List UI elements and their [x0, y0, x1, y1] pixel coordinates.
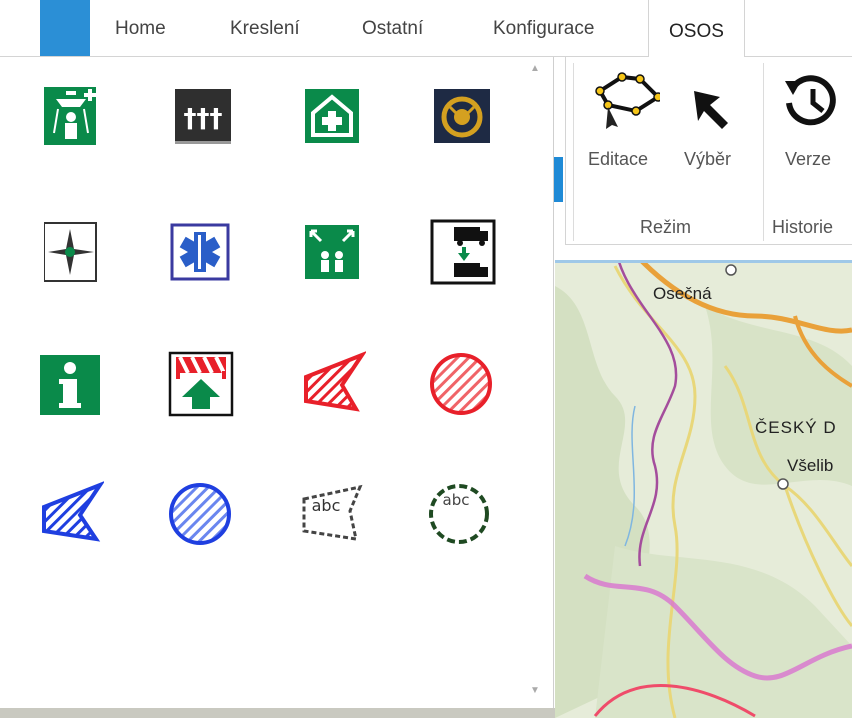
- star-of-life-icon[interactable]: [168, 219, 234, 285]
- map-label-osecna: Osečná: [653, 284, 712, 303]
- blue-hatched-circle-icon[interactable]: [167, 481, 233, 547]
- editace-button[interactable]: Editace: [588, 65, 668, 180]
- svg-text:†††: †††: [184, 104, 223, 134]
- polygon-edit-icon: [594, 69, 663, 129]
- text-circle-label: abc: [443, 491, 470, 509]
- verze-button[interactable]: Verze: [777, 65, 847, 180]
- text-polygon-icon[interactable]: abc: [298, 481, 364, 547]
- ribbon-group-separator: [763, 63, 764, 241]
- compass-star-icon[interactable]: [44, 219, 110, 285]
- vyber-label: Výběr: [684, 149, 732, 169]
- assembly-point-icon[interactable]: [301, 219, 367, 285]
- scroll-up-arrow[interactable]: ▲: [530, 63, 540, 74]
- map-label-vselib: Všelib: [787, 456, 834, 475]
- blue-hatched-polygon-icon[interactable]: [38, 481, 104, 547]
- scroll-down-arrow[interactable]: ▼: [530, 685, 540, 696]
- history-icon: [781, 71, 841, 131]
- vyber-button[interactable]: Výběr: [680, 65, 750, 180]
- ribbon-group-separator: [573, 63, 574, 241]
- map-view[interactable]: Osečná ČESKÝ D Všelib: [555, 246, 852, 718]
- red-hatched-circle-icon[interactable]: [428, 351, 494, 417]
- ribbon-tab-bar: Home Kreslení Ostatní Konfigurace OSOS: [0, 0, 852, 57]
- tab-konfigurace[interactable]: Konfigurace: [493, 18, 594, 40]
- ribbon-panel: Editace Výběr Verze Režim Historie: [555, 57, 852, 245]
- map-label-cesky: ČESKÝ D: [755, 418, 837, 437]
- text-polygon-label: abc: [312, 496, 341, 515]
- first-aid-shelter-icon[interactable]: [301, 83, 367, 149]
- bottom-map-strip: [0, 708, 555, 718]
- rezim-group-label: Režim: [640, 217, 692, 237]
- emblem-badge-icon[interactable]: [430, 83, 496, 149]
- truck-transfer-icon[interactable]: [430, 219, 496, 285]
- historie-group-label: Historie: [772, 217, 834, 237]
- map-top-border: [555, 246, 852, 263]
- tab-ostatni[interactable]: Ostatní: [362, 18, 423, 40]
- file-menu-button[interactable]: [40, 0, 90, 56]
- verze-label: Verze: [785, 149, 832, 169]
- information-icon[interactable]: [38, 353, 104, 419]
- tab-home[interactable]: Home: [115, 18, 166, 40]
- pointer-icon: [690, 87, 734, 131]
- tab-osos[interactable]: OSOS: [648, 0, 745, 57]
- pane-indicator: [553, 157, 563, 202]
- editace-label: Editace: [588, 149, 649, 169]
- emergency-shower-icon[interactable]: [44, 83, 110, 149]
- symbol-palette-panel: ▲ ▼ ††† abc abc: [0, 57, 554, 718]
- collapsed-pane-strip: [553, 57, 566, 245]
- barrier-arrow-icon[interactable]: [168, 351, 234, 417]
- red-hatched-polygon-icon[interactable]: [300, 351, 366, 417]
- cemetery-icon[interactable]: †††: [171, 83, 237, 149]
- text-circle-icon[interactable]: abc: [426, 481, 492, 547]
- tab-kresleni[interactable]: Kreslení: [230, 18, 300, 40]
